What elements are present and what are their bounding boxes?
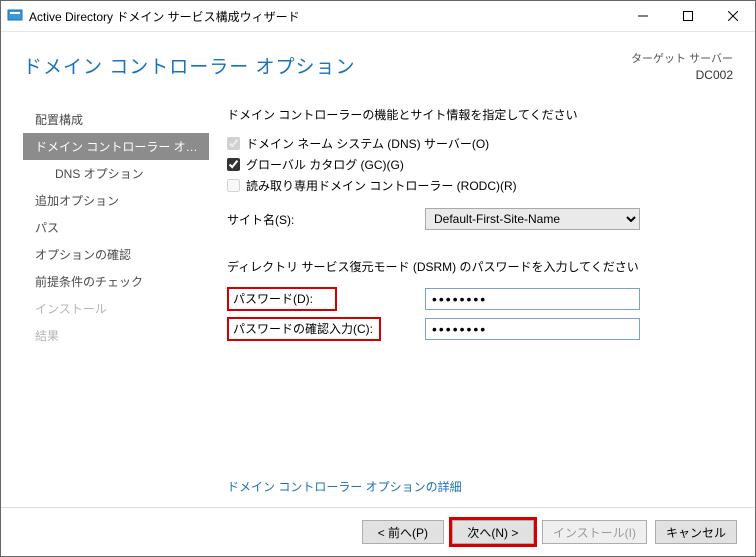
target-server-label: ターゲット サーバー <box>631 52 733 67</box>
password-confirm-input[interactable] <box>425 318 640 340</box>
checkbox-rodc[interactable] <box>227 179 240 192</box>
dsrm-section: ディレクトリ サービス復元モード (DSRM) のパスワードを入力してください … <box>227 258 733 347</box>
footer-buttons: < 前へ(P) 次へ(N) > インストール(I) キャンセル <box>1 507 755 556</box>
checkbox-gc-label: グローバル カタログ (GC)(G) <box>246 156 404 173</box>
prev-button[interactable]: < 前へ(P) <box>362 520 444 544</box>
install-button: インストール(I) <box>542 520 647 544</box>
password-input[interactable] <box>425 288 640 310</box>
minimize-button[interactable] <box>620 1 665 31</box>
nav-item-paths[interactable]: パス <box>23 214 209 241</box>
password-row: パスワード(D): <box>227 287 733 311</box>
checkbox-dns[interactable] <box>227 137 240 150</box>
header-row: ドメイン コントローラー オプション ターゲット サーバー DC002 <box>23 52 733 84</box>
cancel-button[interactable]: キャンセル <box>655 520 737 544</box>
checkbox-rodc-label: 読み取り専用ドメイン コントローラー (RODC)(R) <box>246 177 517 194</box>
nav-item-additional[interactable]: 追加オプション <box>23 187 209 214</box>
nav-item-results: 結果 <box>23 322 209 349</box>
site-row: サイト名(S): Default-First-Site-Name <box>227 208 733 230</box>
checkbox-row-dns[interactable]: ドメイン ネーム システム (DNS) サーバー(O) <box>227 135 733 152</box>
page-title: ドメイン コントローラー オプション <box>23 52 631 79</box>
site-select[interactable]: Default-First-Site-Name <box>425 208 640 230</box>
nav-item-install: インストール <box>23 295 209 322</box>
instruction-capabilities: ドメイン コントローラーの機能とサイト情報を指定してください <box>227 106 733 123</box>
nav-item-dns-options[interactable]: DNS オプション <box>23 160 209 187</box>
next-button[interactable]: 次へ(N) > <box>452 520 534 544</box>
password-confirm-label: パスワードの確認入力(C): <box>227 317 381 341</box>
target-server-box: ターゲット サーバー DC002 <box>631 52 733 84</box>
checkbox-row-gc[interactable]: グローバル カタログ (GC)(G) <box>227 156 733 173</box>
main-columns: 配置構成 ドメイン コントローラー オプシ... DNS オプション 追加オプシ… <box>23 106 733 507</box>
close-button[interactable] <box>710 1 755 31</box>
nav-item-dc-options[interactable]: ドメイン コントローラー オプシ... <box>23 133 209 160</box>
password-confirm-row: パスワードの確認入力(C): <box>227 317 733 341</box>
wizard-body: ドメイン コントローラー オプション ターゲット サーバー DC002 配置構成… <box>1 32 755 507</box>
password-label: パスワード(D): <box>227 287 337 311</box>
nav-item-prereq[interactable]: 前提条件のチェック <box>23 268 209 295</box>
maximize-button[interactable] <box>665 1 710 31</box>
instruction-dsrm: ディレクトリ サービス復元モード (DSRM) のパスワードを入力してください <box>227 258 733 275</box>
checkbox-dns-label: ドメイン ネーム システム (DNS) サーバー(O) <box>246 135 489 152</box>
target-server-name: DC002 <box>631 67 733 84</box>
site-label: サイト名(S): <box>227 211 425 228</box>
more-info-link[interactable]: ドメイン コントローラー オプションの詳細 <box>227 478 462 495</box>
nav-item-deployment[interactable]: 配置構成 <box>23 106 209 133</box>
titlebar: Active Directory ドメイン サービス構成ウィザード <box>1 1 755 32</box>
nav-steps: 配置構成 ドメイン コントローラー オプシ... DNS オプション 追加オプシ… <box>23 106 209 507</box>
checkbox-row-rodc[interactable]: 読み取り専用ドメイン コントローラー (RODC)(R) <box>227 177 733 194</box>
window-title: Active Directory ドメイン サービス構成ウィザード <box>29 8 620 25</box>
content-area: ドメイン コントローラーの機能とサイト情報を指定してください ドメイン ネーム … <box>209 106 733 507</box>
app-icon <box>7 8 23 24</box>
wizard-window: Active Directory ドメイン サービス構成ウィザード ドメイン コ… <box>0 0 756 557</box>
checkbox-gc[interactable] <box>227 158 240 171</box>
nav-item-review[interactable]: オプションの確認 <box>23 241 209 268</box>
